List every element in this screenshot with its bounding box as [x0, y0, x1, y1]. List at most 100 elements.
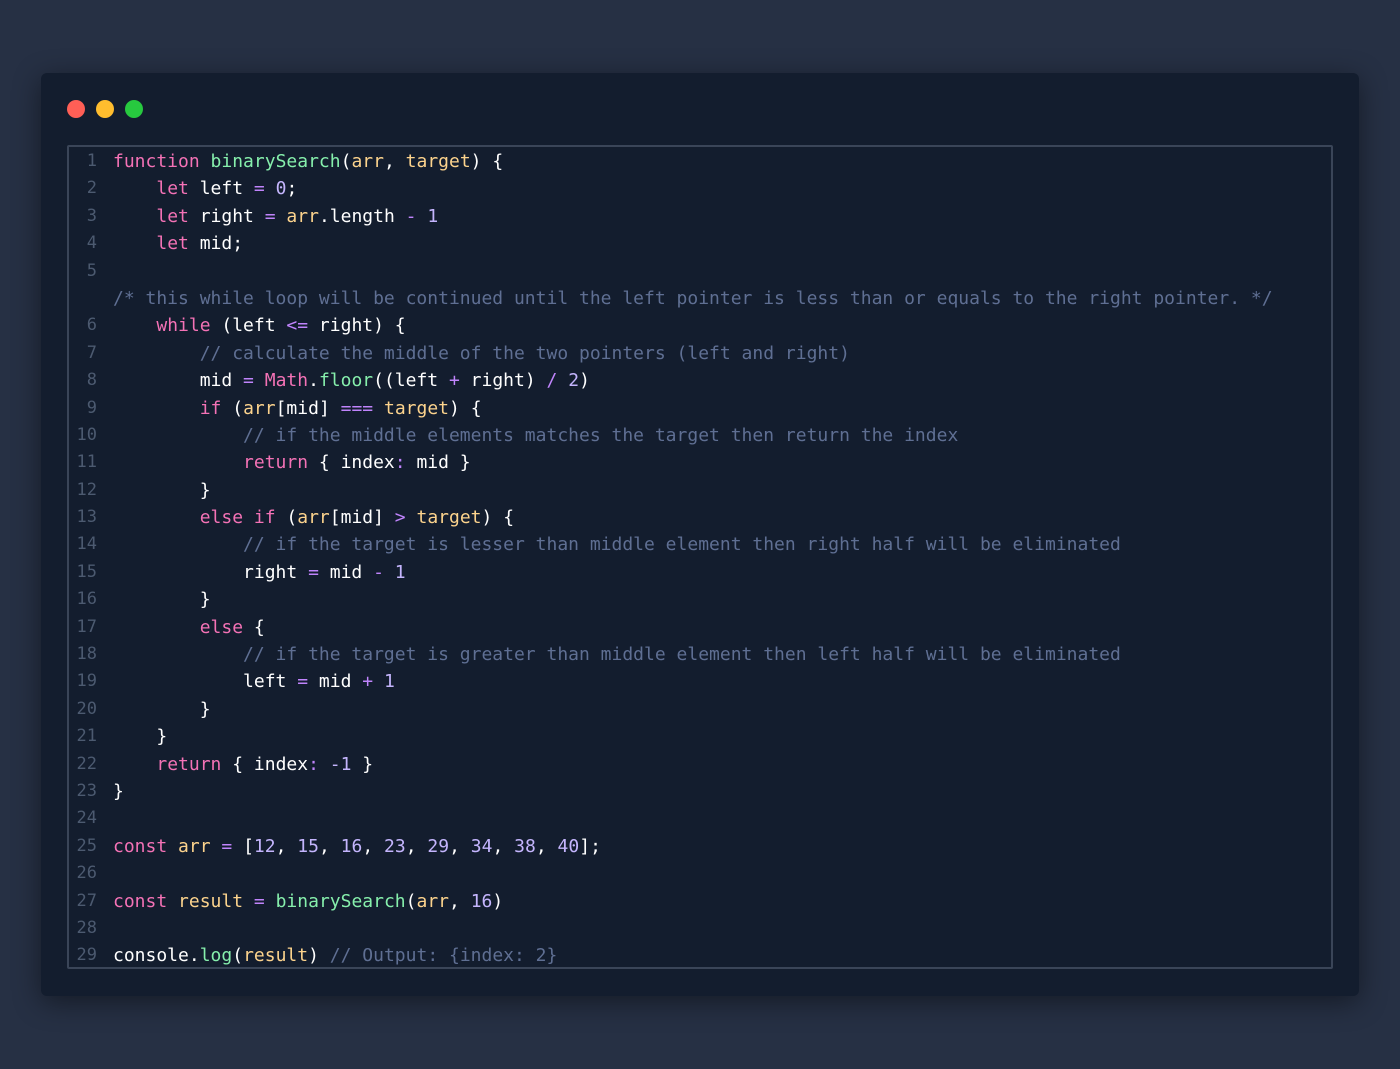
code-token: 1	[394, 561, 406, 583]
line-code: }	[113, 477, 211, 504]
code-token: ,	[449, 890, 471, 912]
code-token: ,	[362, 835, 385, 857]
code-token: arr	[243, 397, 276, 419]
code-token: ;	[286, 178, 298, 200]
code-token: // Output: {index: 2}	[329, 945, 558, 967]
code-token: /* this while loop will be continued unt…	[113, 287, 1273, 309]
close-dot-icon[interactable]	[67, 100, 85, 118]
line-number: 27	[76, 890, 97, 911]
line-number: 4	[86, 233, 97, 254]
code-line: 8 mid = Math.floor((left + right) / 2)	[69, 367, 1331, 394]
code-token: right)	[459, 370, 547, 392]
code-token: 12	[253, 835, 276, 857]
line-number: 25	[76, 835, 97, 856]
code-token: console	[113, 945, 189, 967]
line-code: }	[113, 723, 167, 750]
line-code: mid = Math.floor((left + right) / 2)	[113, 367, 590, 394]
code-line: 11 return { index: mid }	[69, 449, 1331, 476]
code-token: <=	[286, 315, 309, 337]
code-line: 26	[69, 860, 1331, 887]
code-token: result	[178, 890, 244, 912]
code-line: 21 }	[69, 723, 1331, 750]
line-number: 17	[76, 616, 97, 637]
code-token: =	[253, 890, 265, 912]
code-token: 38	[514, 835, 536, 857]
code-token: .	[308, 370, 319, 392]
code-line: 28	[69, 915, 1331, 942]
line-number: 1	[86, 151, 97, 171]
line-code: left = mid + 1	[113, 668, 395, 695]
code-token: target	[416, 507, 482, 529]
line-number: 8	[86, 370, 97, 391]
code-token: ,	[318, 835, 341, 857]
line-code: }	[113, 778, 124, 805]
code-line: 6 while (left <= right) {	[69, 312, 1331, 339]
code-line: 19 left = mid + 1	[69, 668, 1331, 695]
line-number: 23	[76, 780, 97, 801]
code-token: right	[113, 561, 309, 583]
code-token: }	[113, 726, 168, 748]
code-line: 12 }	[69, 477, 1331, 504]
line-code: return { index: -1 }	[113, 751, 373, 778]
code-line: 20 }	[69, 696, 1331, 723]
code-token: 34	[470, 835, 493, 857]
code-token: (	[232, 945, 244, 967]
code-token: floor	[318, 370, 374, 392]
code-token: return	[156, 753, 222, 775]
minimize-dot-icon[interactable]	[96, 100, 114, 118]
code-token: arr	[286, 205, 319, 227]
code-token: // if the middle elements matches the ta…	[243, 424, 959, 446]
line-number: 28	[76, 917, 97, 938]
line-code: return { index: mid }	[113, 449, 471, 476]
code-editor[interactable]: 1 function binarySearch(arr, target) {2 l…	[67, 145, 1333, 969]
code-token: // if the target is lesser than middle e…	[243, 534, 1121, 556]
code-token: mid;	[188, 233, 244, 255]
code-token: ,	[383, 151, 406, 172]
code-token: right	[188, 205, 265, 227]
code-line: 2 let left = 0;	[69, 175, 1331, 202]
code-line: 14 // if the target is lesser than middl…	[69, 531, 1331, 558]
line-code: }	[113, 696, 211, 723]
code-token: binarySearch	[210, 151, 341, 172]
line-number: 22	[76, 753, 97, 774]
code-token: ,	[535, 835, 558, 857]
line-number: 18	[76, 644, 97, 665]
code-token: (	[405, 890, 417, 912]
code-token: while	[156, 315, 211, 337]
line-code: // if the target is greater than middle …	[113, 641, 1121, 668]
code-line: 24	[69, 805, 1331, 832]
maximize-dot-icon[interactable]	[125, 100, 143, 118]
code-token: arr	[297, 507, 330, 529]
code-token: 16	[340, 835, 363, 857]
line-number: 19	[76, 671, 97, 692]
code-line: 5	[69, 258, 1331, 285]
code-token: +	[448, 370, 460, 392]
line-code: }	[113, 586, 211, 613]
code-token: 15	[297, 835, 319, 857]
code-token: // calculate the middle of the two point…	[199, 342, 850, 364]
line-code: console.log(result) // Output: {index: 2…	[113, 942, 558, 967]
code-token: 1	[383, 671, 395, 693]
code-token: ) {	[449, 397, 482, 419]
line-code: let left = 0;	[113, 175, 297, 202]
line-number: 16	[76, 589, 97, 610]
code-token: mid	[113, 370, 244, 392]
code-token: const	[113, 835, 168, 857]
line-code: /* this while loop will be continued unt…	[113, 285, 1273, 312]
line-code: while (left <= right) {	[113, 312, 405, 339]
code-token: =	[221, 835, 233, 857]
line-number: 29	[76, 945, 97, 966]
code-token: target	[383, 397, 450, 419]
code-line: 13 else if (arr[mid] > target) {	[69, 504, 1331, 531]
code-token: const	[113, 890, 168, 912]
